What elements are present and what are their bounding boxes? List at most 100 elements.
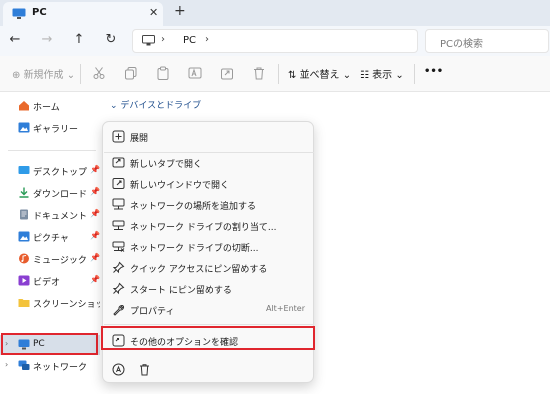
paste-icon[interactable]: [156, 66, 170, 80]
breadcrumb-pc[interactable]: PC: [183, 35, 196, 46]
pin-icon[interactable]: 📌: [90, 253, 100, 262]
refresh-button[interactable]: ↻: [102, 32, 120, 47]
properties-icon: [113, 304, 125, 316]
highlight-box: [101, 326, 315, 350]
chevron-right-icon[interactable]: ›: [5, 360, 8, 369]
sidebar-item-gallery[interactable]: ギャラリー: [0, 118, 100, 138]
menu-item-disconnect-network-drive[interactable]: ネットワーク ドライブの切断...: [107, 236, 311, 257]
sidebar-item-music[interactable]: ミュージック 📌: [0, 249, 100, 269]
sidebar-item-desktop[interactable]: デスクトップ 📌: [0, 161, 100, 181]
group-header-devices[interactable]: ⌄ デバイスとドライブ: [110, 98, 201, 111]
videos-icon: [18, 275, 30, 286]
folder-icon: [18, 299, 30, 307]
forward-button[interactable]: →: [38, 32, 56, 47]
new-window-icon: [112, 178, 125, 189]
pin-icon[interactable]: 📌: [90, 275, 100, 284]
sidebar-item-pictures[interactable]: ピクチャ 📌: [0, 227, 100, 247]
sidebar-item-network[interactable]: › ネットワーク: [0, 356, 100, 376]
map-drive-icon: [112, 220, 125, 230]
sidebar-item-downloads[interactable]: ダウンロード 📌: [0, 183, 100, 203]
address-bar[interactable]: › PC ›: [132, 29, 418, 53]
pin-icon[interactable]: 📌: [90, 231, 100, 240]
disconnect-drive-icon: [112, 241, 125, 252]
sidebar-item-label: ギャラリー: [33, 125, 79, 135]
tab-pc[interactable]: PC ✕: [3, 2, 163, 26]
menu-item-label: 新しいタブで開く: [130, 160, 203, 170]
sidebar-item-label: ホーム: [33, 103, 60, 113]
command-bar: ⊕ 新規作成 ⌄ ⇅ 並べ替え ⌄ ☷ 表示 ⌄ •••: [0, 56, 550, 92]
view-label: 表示: [372, 70, 393, 81]
sidebar-item-screenshots[interactable]: スクリーンショット: [0, 293, 114, 313]
menu-item-label: スタート にピン留めする: [130, 286, 232, 296]
menu-item-pin-start[interactable]: スタート にピン留めする: [107, 278, 311, 299]
cut-icon[interactable]: [92, 66, 106, 80]
menu-item-label: ネットワーク ドライブの割り当て...: [130, 223, 277, 233]
documents-icon: [20, 209, 28, 220]
tab-strip: PC ✕ +: [0, 0, 550, 26]
more-button[interactable]: •••: [424, 66, 443, 77]
view-button[interactable]: ☷ 表示 ⌄: [360, 66, 404, 81]
new-tab-button[interactable]: +: [174, 3, 186, 19]
download-icon: [19, 187, 29, 198]
share-icon[interactable]: [220, 66, 234, 80]
menu-item-properties[interactable]: プロパティ Alt+Enter: [107, 299, 311, 320]
expand-icon: [112, 130, 125, 143]
close-tab-icon[interactable]: ✕: [149, 6, 158, 19]
pin-icon[interactable]: 📌: [90, 165, 100, 174]
menu-item-pin-quick-access[interactable]: クイック アクセスにピン留めする: [107, 257, 311, 278]
separator: [80, 64, 81, 84]
pin-icon: [112, 261, 125, 274]
sidebar-item-label: ピクチャ: [33, 234, 69, 244]
pictures-icon: [18, 231, 30, 242]
rename-icon[interactable]: [112, 363, 125, 376]
new-button[interactable]: ⊕ 新規作成 ⌄: [12, 66, 75, 81]
delete-icon[interactable]: [252, 66, 266, 80]
menu-item-label: ネットワーク ドライブの切断...: [130, 244, 259, 254]
menu-item-add-network-location[interactable]: ネットワークの場所を追加する: [107, 194, 311, 215]
address-bar-row: ← → ↑ ↻ › PC › PCの検索: [0, 26, 550, 56]
delete-icon[interactable]: [138, 363, 151, 376]
network-location-icon: [112, 198, 125, 210]
gallery-icon: [18, 122, 30, 133]
menu-item-map-network-drive[interactable]: ネットワーク ドライブの割り当て...: [107, 215, 311, 236]
sort-label: 並べ替え: [299, 70, 340, 81]
rename-icon[interactable]: [188, 66, 202, 80]
menu-item-open-new-window[interactable]: 新しいウインドウで開く: [107, 173, 311, 194]
sidebar-item-label: ダウンロード: [33, 190, 88, 200]
separator: [414, 64, 415, 84]
sidebar-item-label: ビデオ: [33, 278, 61, 288]
pin-icon[interactable]: 📌: [90, 209, 100, 218]
menu-item-expand[interactable]: 展開: [107, 126, 311, 147]
new-tab-icon: [112, 157, 125, 168]
sidebar-item-documents[interactable]: ドキュメント 📌: [0, 205, 100, 225]
menu-item-label: 新しいウインドウで開く: [130, 181, 230, 191]
search-box[interactable]: PCの検索: [425, 29, 549, 53]
menu-item-label: ネットワークの場所を追加する: [130, 202, 257, 212]
new-label: 新規作成: [23, 70, 64, 81]
sidebar-item-label: デスクトップ: [33, 168, 88, 178]
menu-item-label: クイック アクセスにピン留めする: [130, 265, 268, 275]
home-icon: [19, 101, 29, 111]
pin-icon[interactable]: 📌: [90, 187, 100, 196]
divider: [8, 150, 96, 151]
sort-button[interactable]: ⇅ 並べ替え ⌄: [288, 66, 351, 81]
chevron-right-icon[interactable]: ›: [205, 34, 209, 45]
menu-item-label: プロパティ: [130, 307, 175, 317]
chevron-right-icon[interactable]: ›: [161, 34, 165, 45]
pc-icon: [142, 35, 155, 46]
shortcut-label: Alt+Enter: [265, 304, 305, 313]
menu-item-label: 展開: [130, 134, 149, 144]
menu-item-open-new-tab[interactable]: 新しいタブで開く: [107, 152, 311, 173]
sidebar-item-home[interactable]: ホーム: [0, 96, 100, 116]
highlight-box: [1, 333, 98, 355]
pc-icon: [12, 8, 26, 19]
network-icon: [18, 360, 30, 370]
sidebar-item-videos[interactable]: ビデオ 📌: [0, 271, 100, 291]
desktop-icon: [18, 166, 30, 174]
up-button[interactable]: ↑: [70, 32, 88, 47]
divider: [104, 324, 314, 325]
back-button[interactable]: ←: [6, 32, 24, 47]
separator: [278, 64, 279, 84]
copy-icon[interactable]: [124, 66, 138, 80]
sidebar-item-label: ネットワーク: [33, 363, 88, 373]
